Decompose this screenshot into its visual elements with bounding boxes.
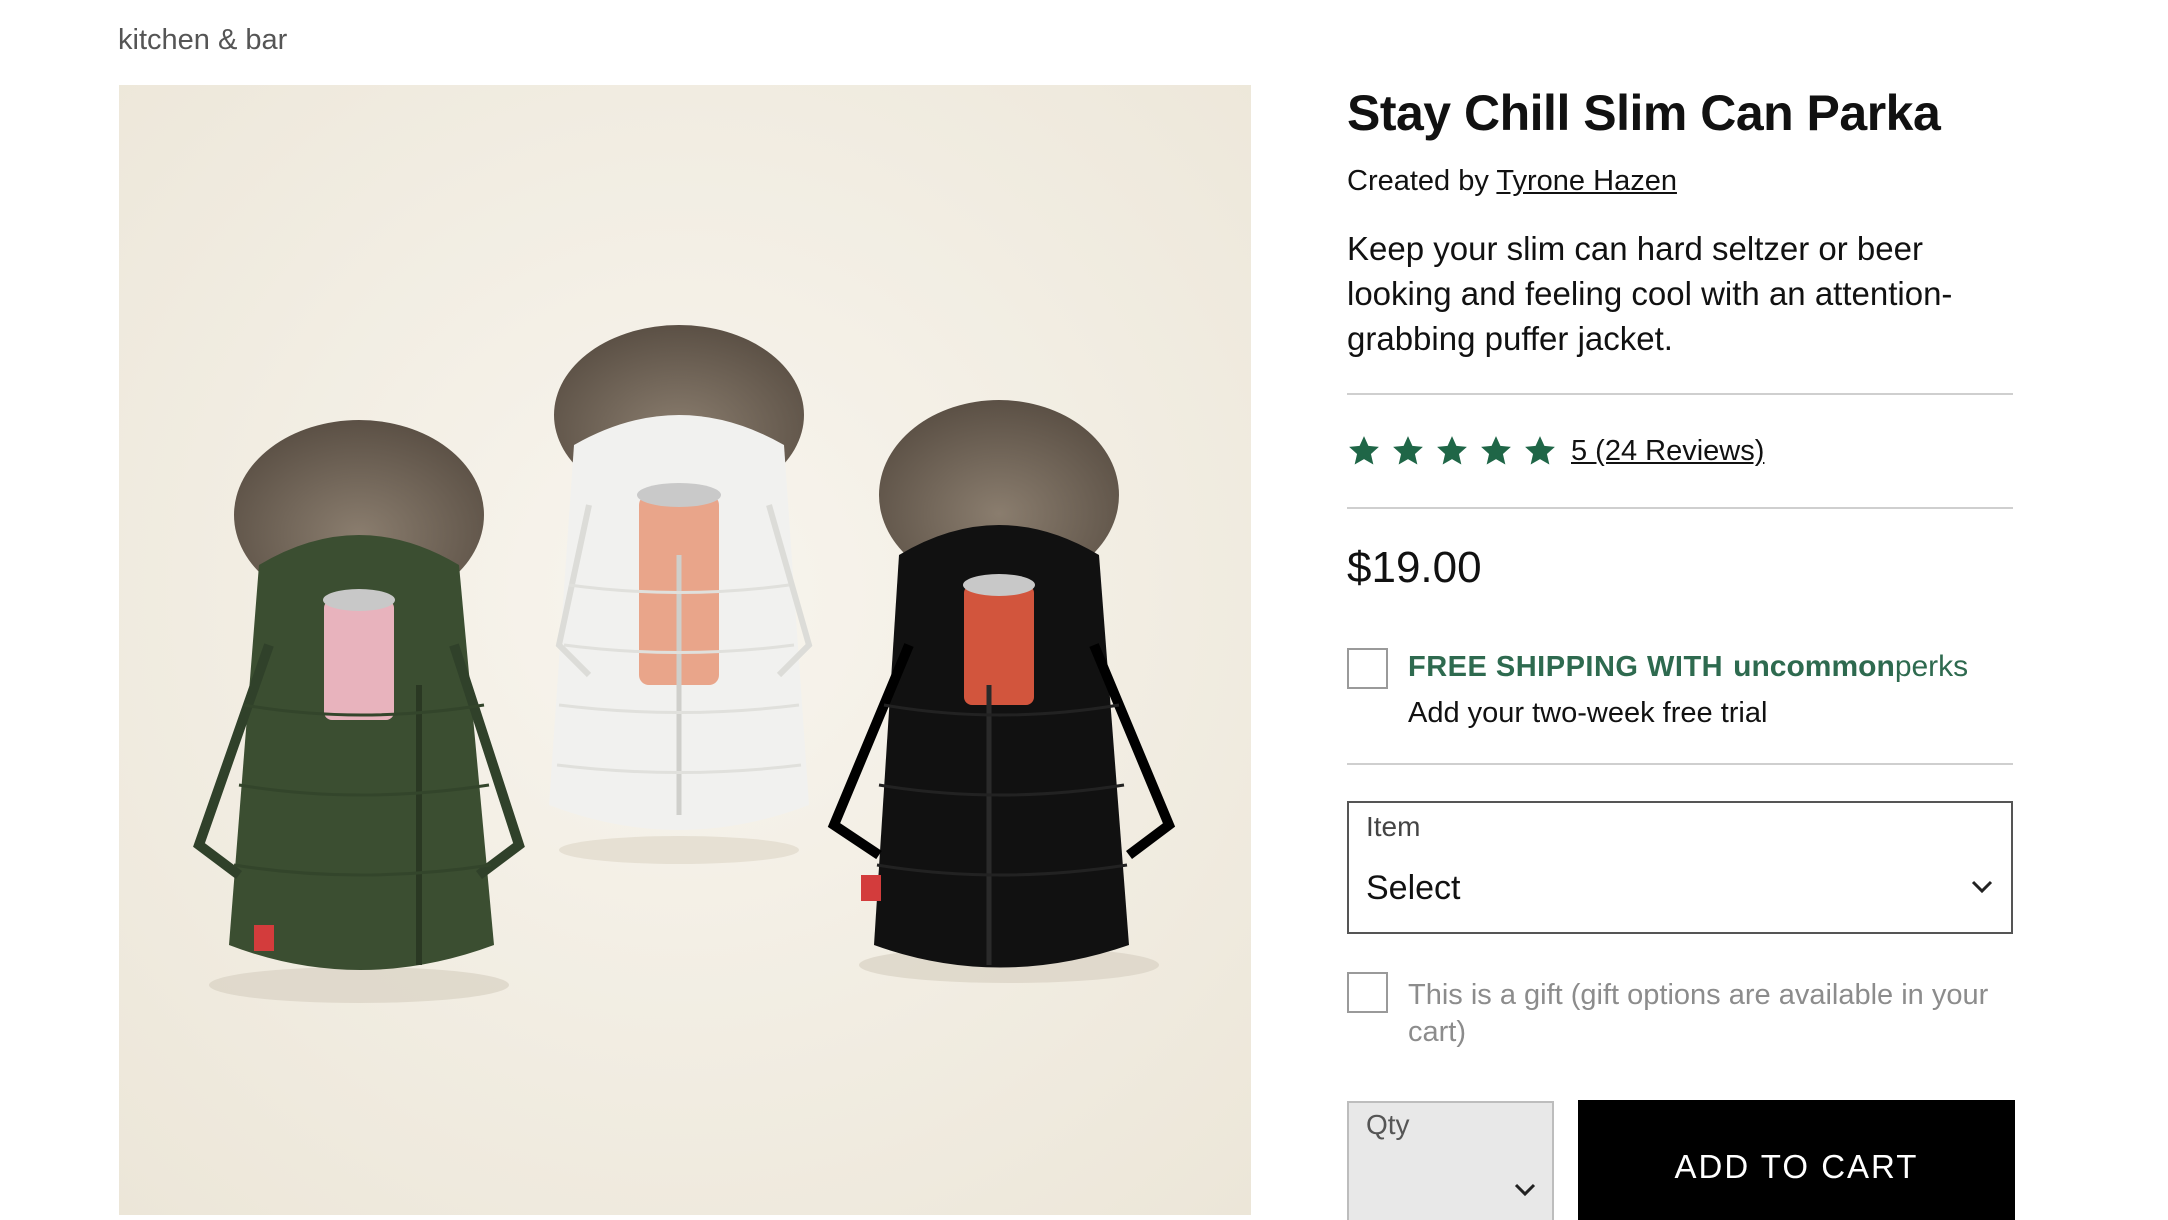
- star-icon: [1481, 436, 1511, 465]
- creator-line: Created by Tyrone Hazen: [1347, 165, 1677, 198]
- rating-stars: [1347, 434, 1557, 468]
- rating: 5 (24 Reviews): [1347, 434, 1764, 468]
- perks-brand-bold: uncommon: [1733, 650, 1895, 683]
- divider: [1347, 393, 2013, 395]
- breadcrumb[interactable]: kitchen & bar: [118, 24, 287, 57]
- product-image: [119, 85, 1251, 1215]
- divider: [1347, 763, 2013, 765]
- star-icon: [1525, 436, 1555, 465]
- chevron-down-icon: [1971, 880, 1993, 894]
- divider: [1347, 507, 2013, 509]
- star-icon: [1349, 436, 1379, 465]
- gift-checkbox[interactable]: [1347, 972, 1388, 1013]
- perks-offer: FREE SHIPPING WITH uncommonperks: [1408, 650, 1968, 684]
- product-description: Keep your slim can hard seltzer or beer …: [1347, 230, 1953, 357]
- reviews-link[interactable]: 5 (24 Reviews): [1571, 435, 1764, 468]
- product-title: Stay Chill Slim Can Parka: [1347, 85, 1941, 141]
- chevron-down-icon: [1514, 1183, 1536, 1197]
- qty-select[interactable]: Qty: [1347, 1101, 1554, 1220]
- creator-link[interactable]: Tyrone Hazen: [1496, 165, 1677, 197]
- item-select[interactable]: Item Select: [1347, 801, 2013, 934]
- add-to-cart-button[interactable]: ADD TO CART: [1578, 1100, 2015, 1220]
- item-select-value: Select: [1366, 869, 1461, 907]
- star-icon: [1437, 436, 1467, 465]
- perks-label: FREE SHIPPING WITH: [1408, 651, 1724, 683]
- qty-label: Qty: [1366, 1109, 1410, 1140]
- perks-checkbox[interactable]: [1347, 648, 1388, 689]
- item-select-label: Item: [1366, 811, 1421, 842]
- perks-brand-light: perks: [1894, 650, 1969, 683]
- gift-option-label: This is a gift (gift options are availab…: [1408, 979, 1989, 1048]
- perks-subtext: Add your two-week free trial: [1408, 697, 1768, 729]
- product-price: $19.00: [1347, 543, 1482, 592]
- star-icon: [1393, 436, 1423, 465]
- creator-prefix: Created by: [1347, 165, 1489, 197]
- uncommon-perks-logo: uncommonperks: [1733, 650, 1968, 684]
